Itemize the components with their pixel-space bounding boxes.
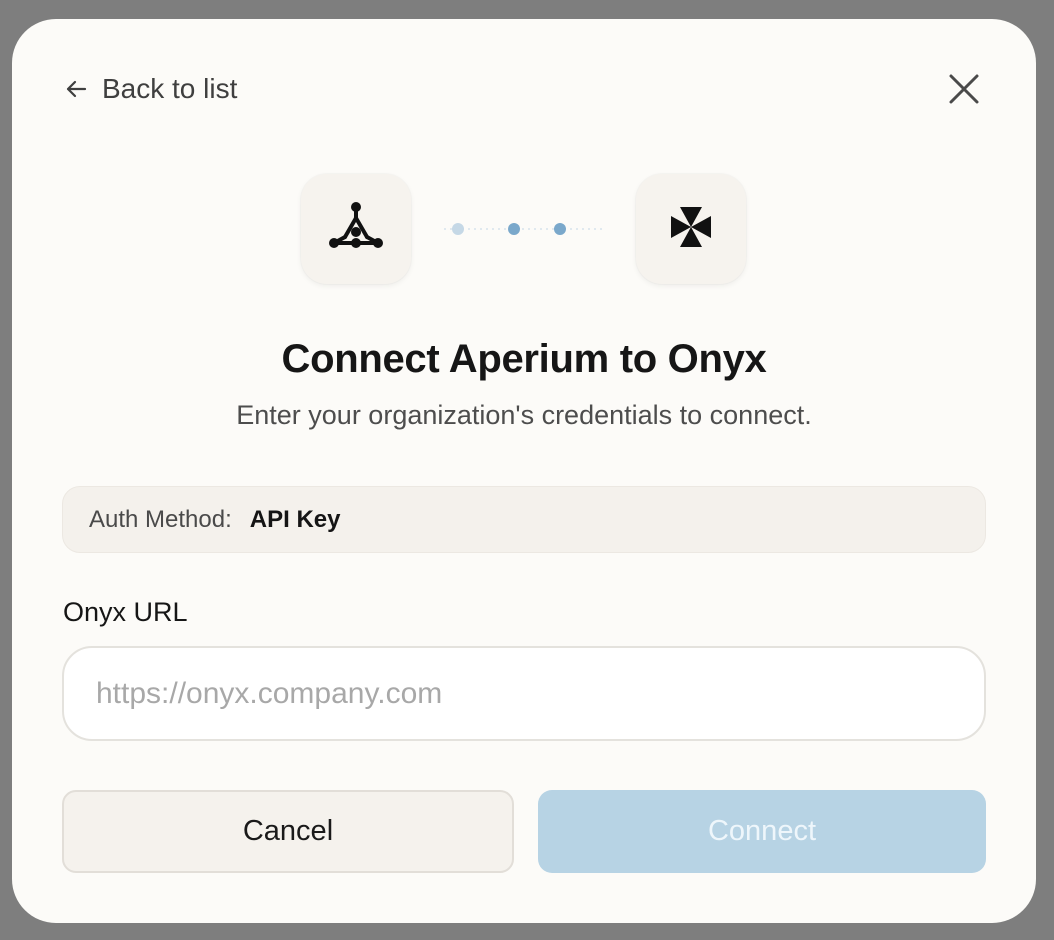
back-to-list-link[interactable]: Back to list (64, 71, 237, 107)
dialog-subtitle: Enter your organization's credentials to… (236, 400, 812, 430)
cancel-button[interactable]: Cancel (62, 790, 514, 873)
aperium-logo-icon (328, 199, 384, 260)
auth-method-label: Auth Method: (89, 505, 232, 533)
connect-dialog: Back to list Connect Aperium to Onyx Ent… (12, 19, 1036, 923)
onyx-logo-tile (636, 174, 746, 284)
close-button[interactable] (944, 69, 984, 109)
back-to-list-label: Back to list (102, 73, 238, 104)
arrow-left-icon (64, 77, 88, 101)
onyx-url-label: Onyx URL (63, 597, 188, 627)
onyx-url-input[interactable] (62, 646, 986, 741)
close-icon (948, 73, 980, 105)
connect-button[interactable]: Connect (538, 790, 986, 873)
onyx-logo-icon (669, 205, 713, 254)
auth-method-value: API Key (249, 505, 341, 533)
auth-method-box: Auth Method: API Key (62, 486, 986, 553)
connection-progress-dots (444, 219, 606, 239)
aperium-logo-tile (301, 174, 411, 284)
dialog-title: Connect Aperium to Onyx (281, 337, 767, 381)
